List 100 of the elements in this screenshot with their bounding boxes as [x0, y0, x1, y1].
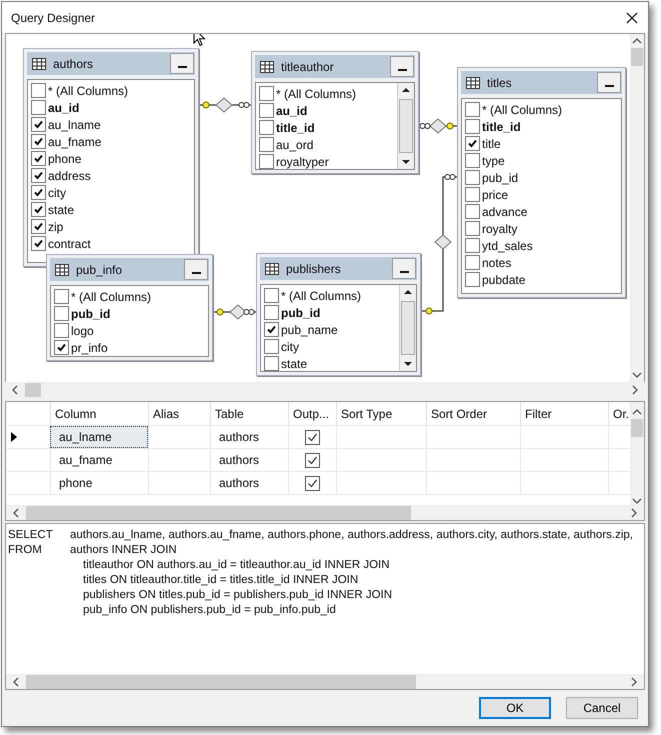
column-checkbox[interactable] [465, 119, 480, 134]
scroll-up-icon[interactable] [632, 37, 642, 45]
column-checkbox[interactable] [264, 305, 279, 320]
column-checkbox[interactable] [465, 102, 480, 117]
output-checkbox[interactable] [305, 430, 320, 444]
scroll-right-icon[interactable] [630, 676, 638, 686]
dialog-button[interactable]: OK [479, 697, 551, 719]
horizontal-scrollbar[interactable] [6, 505, 644, 520]
scroll-down-icon[interactable] [632, 371, 642, 379]
column-checkbox[interactable] [465, 170, 480, 185]
scroll-right-icon[interactable] [630, 508, 638, 518]
column-checkbox[interactable] [31, 202, 46, 217]
scroll-thumb[interactable] [26, 674, 416, 688]
column-checkbox[interactable] [264, 288, 279, 303]
table-icon [466, 76, 480, 88]
column-name: city [48, 186, 66, 200]
scroll-thumb[interactable] [25, 382, 41, 396]
column-checkbox[interactable] [465, 204, 480, 219]
column-checkbox[interactable] [465, 187, 480, 202]
column-name: address [48, 168, 91, 182]
column-checkbox[interactable] [264, 356, 279, 371]
column-checkbox[interactable] [31, 100, 46, 115]
scroll-thumb[interactable] [399, 99, 413, 153]
scroll-thumb[interactable] [401, 301, 415, 355]
sql-keyword: FROM [8, 544, 43, 556]
scroll-left-icon[interactable] [11, 384, 19, 394]
column-checkbox[interactable] [54, 340, 69, 355]
column-checkbox[interactable] [31, 185, 46, 200]
sql-text: publishers ON titles.pub_id = publishers.pub_id INNER JOIN [83, 588, 392, 600]
column-checkbox[interactable] [264, 339, 279, 354]
column-name: royalty [482, 222, 518, 236]
column-checkbox[interactable] [465, 238, 480, 253]
column-name: * (All Columns) [482, 102, 562, 116]
column-header[interactable]: Sort Order [426, 402, 520, 425]
column-checkbox[interactable] [54, 323, 69, 338]
minimize-button[interactable] [184, 259, 208, 280]
scrollbar[interactable] [397, 83, 414, 169]
column-name: au_fname [48, 134, 102, 148]
horizontal-scrollbar[interactable] [6, 674, 644, 689]
minimize-button[interactable] [390, 56, 414, 77]
column-checkbox[interactable] [259, 103, 274, 118]
column-name: royaltyper [276, 154, 329, 168]
vertical-scrollbar[interactable] [630, 402, 644, 505]
column-checkbox[interactable] [54, 289, 69, 304]
column-checkbox[interactable] [259, 120, 274, 135]
column-checkbox[interactable] [259, 154, 274, 169]
minimize-button[interactable] [392, 258, 416, 279]
scroll-thumb[interactable] [631, 48, 643, 66]
close-icon[interactable] [626, 12, 638, 24]
column-checkbox[interactable] [31, 236, 46, 251]
column-checkbox[interactable] [31, 117, 46, 132]
scrollbar[interactable] [399, 285, 416, 371]
minimize-button[interactable] [170, 53, 194, 74]
column-checkbox[interactable] [31, 134, 46, 149]
checkmark-icon [33, 221, 44, 232]
column-name: title [482, 136, 501, 150]
column-checkbox[interactable] [31, 168, 46, 183]
relationship-connector [419, 118, 457, 134]
column-checkbox[interactable] [465, 136, 480, 151]
scroll-up-icon[interactable] [632, 408, 642, 416]
column-name: * (All Columns) [48, 84, 128, 98]
column-name: state [48, 202, 74, 216]
table-name: authors [53, 56, 94, 70]
scroll-left-icon[interactable] [12, 676, 20, 686]
scroll-right-icon[interactable] [631, 384, 639, 394]
column-name: au_lname [48, 118, 101, 132]
column-checkbox[interactable] [465, 153, 480, 168]
column-name: pubdate [482, 272, 526, 286]
table-name: titleauthor [281, 60, 335, 74]
column-header[interactable]: Sort Type [336, 402, 426, 425]
output-checkbox[interactable] [305, 476, 320, 490]
column-header[interactable]: Table [210, 402, 288, 425]
column-header[interactable]: Alias [148, 402, 210, 425]
column-checkbox[interactable] [465, 272, 480, 287]
column-checkbox[interactable] [31, 151, 46, 166]
output-checkbox[interactable] [305, 452, 320, 468]
column-checkbox[interactable] [465, 255, 480, 270]
column-checkbox[interactable] [31, 83, 46, 98]
minimize-button[interactable] [597, 72, 621, 93]
column-header[interactable]: Outp... [288, 402, 336, 425]
column-checkbox[interactable] [259, 137, 274, 152]
scroll-thumb[interactable] [26, 506, 411, 520]
vertical-scrollbar[interactable] [630, 34, 644, 382]
scroll-left-icon[interactable] [12, 508, 20, 518]
relationship-connector [213, 304, 256, 320]
column-checkbox[interactable] [54, 306, 69, 321]
column-checkbox[interactable] [31, 219, 46, 234]
column-header[interactable]: Filter [520, 402, 608, 425]
dialog-button[interactable]: Cancel [566, 697, 638, 719]
column-name: price [482, 188, 508, 202]
column-checkbox[interactable] [465, 221, 480, 236]
table-icon [55, 264, 69, 276]
column-checkbox[interactable] [259, 86, 274, 101]
checkmark-icon [307, 478, 318, 488]
scroll-thumb[interactable] [631, 419, 643, 437]
column-checkbox[interactable] [264, 322, 279, 337]
column-name: pub_name [281, 322, 338, 336]
column-header[interactable]: Column [50, 402, 148, 425]
scroll-down-icon[interactable] [632, 497, 642, 505]
column-name: * (All Columns) [276, 86, 356, 100]
